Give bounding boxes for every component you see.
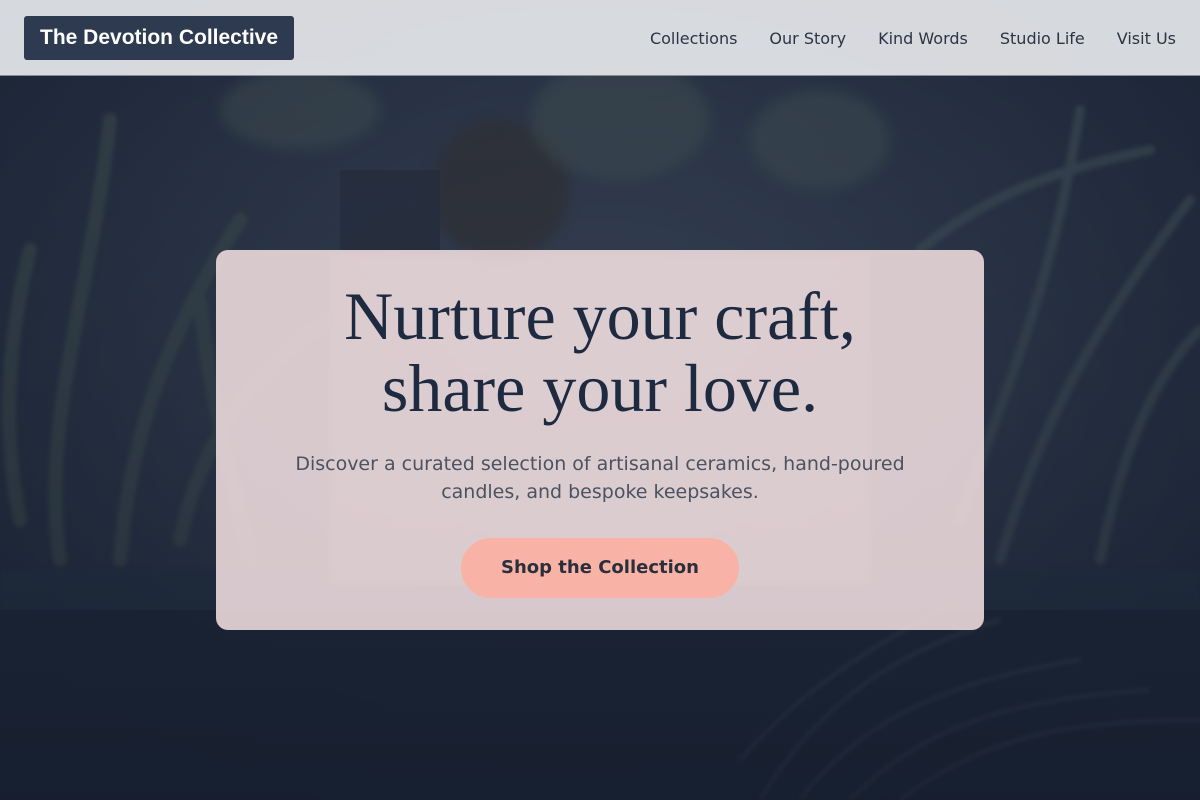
hero-subtitle: Discover a curated selection of artisana… [295, 453, 905, 503]
shop-collection-button[interactable]: Shop the Collection [461, 538, 739, 598]
nav-link-visit-us[interactable]: Visit Us [1117, 29, 1176, 48]
hero-title-line-2: share your love. [381, 350, 819, 426]
nav-link-studio-life[interactable]: Studio Life [1000, 29, 1085, 48]
nav-link-kind-words[interactable]: Kind Words [878, 29, 968, 48]
logo[interactable]: The Devotion Collective [24, 16, 295, 60]
main-nav: Collections Our Story Kind Words Studio … [650, 0, 1176, 76]
nav-link-collections[interactable]: Collections [650, 29, 737, 48]
nav-link-our-story[interactable]: Our Story [769, 29, 846, 48]
site-header: The Devotion Collective Collections Our … [0, 0, 1200, 76]
page: The Devotion Collective Collections Our … [0, 0, 1200, 800]
hero-title: Nurture your craft, share your love. [216, 250, 984, 424]
hero-title-line-1: Nurture your craft, [344, 278, 856, 354]
hero-card: Nurture your craft, share your love. Dis… [216, 250, 984, 630]
